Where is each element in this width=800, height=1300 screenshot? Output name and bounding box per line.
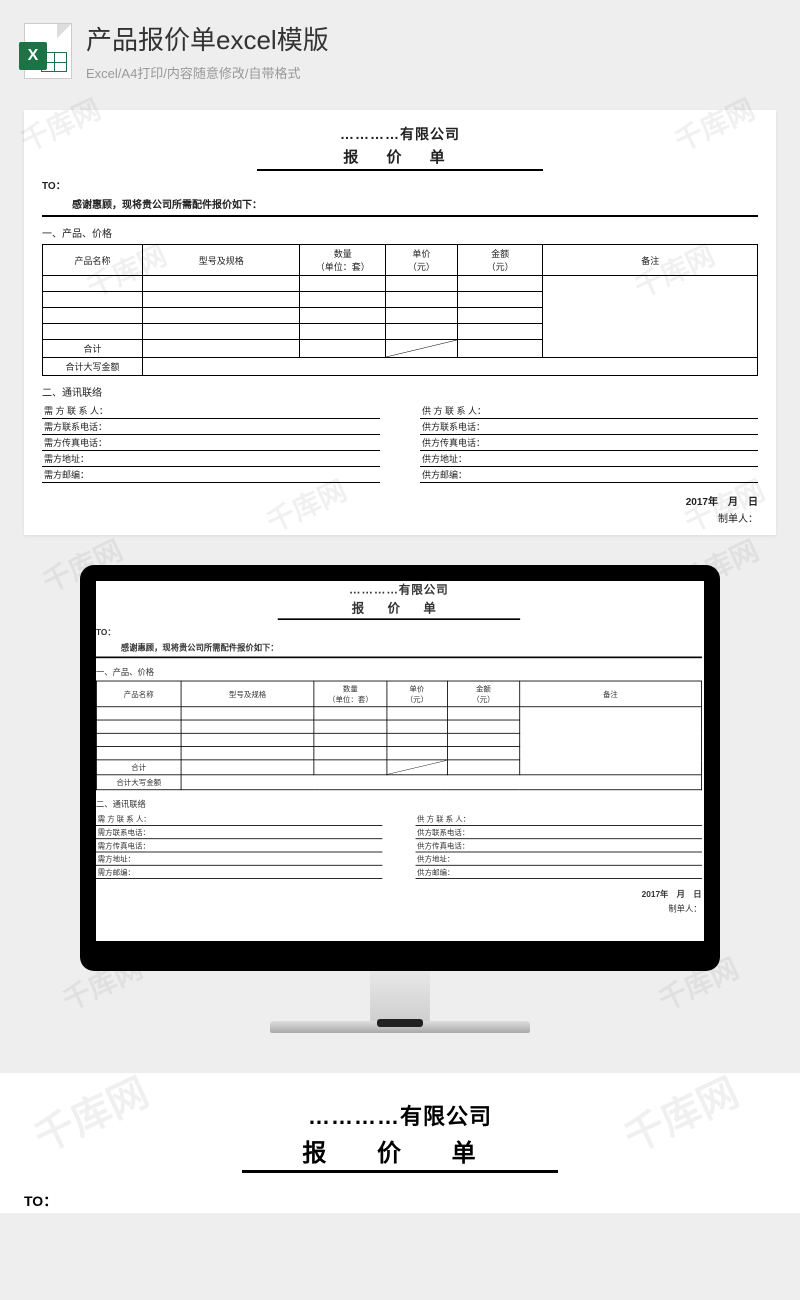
to-label: TO： — [42, 177, 758, 192]
page-header: X 产品报价单excel模版 Excel/A4打印/内容随意修改/自带格式 — [0, 0, 800, 94]
th-model: 型号及规格 — [143, 245, 300, 276]
page-subtitle: Excel/A4打印/内容随意修改/自带格式 — [86, 63, 329, 82]
th-price: 单价 （元） — [387, 681, 447, 707]
buyer-contact: 需 方 联 系 人： — [42, 403, 380, 419]
total-cn-label: 合计大写金额 — [43, 358, 143, 376]
doc-title: 报 价 单 — [257, 146, 543, 171]
thanks-line: 感谢惠顾，现将贵公司所需配件报价如下： — [96, 637, 702, 658]
maker-line: 制单人： — [42, 510, 758, 525]
buyer-zip: 需方邮编： — [42, 467, 380, 483]
total-label: 合计 — [96, 760, 181, 775]
supplier-contact-col: 供 方 联 系 人： 供方联系电话： 供方传真电话： 供方地址： 供方邮编： — [420, 403, 758, 483]
section-1-title: 一、产品、价格 — [42, 225, 758, 240]
to-label: TO： — [96, 625, 702, 637]
page-title: 产品报价单excel模版 — [86, 20, 329, 57]
buyer-contact-col: 需 方 联 系 人： 需方联系电话： 需方传真电话： 需方地址： 需方邮编： — [42, 403, 380, 483]
supplier-phone: 供方联系电话： — [420, 419, 758, 435]
buyer-zip: 需方邮编： — [96, 866, 382, 879]
date-line: 2017年 月 日 — [42, 493, 758, 508]
th-name: 产品名称 — [96, 681, 181, 707]
monitor-mockup: 千库网 千库网 千库网 千库网 千库网 …………有限公司 报 价 单 TO： 感… — [0, 565, 800, 1033]
buyer-address: 需方地址： — [42, 451, 380, 467]
supplier-address: 供方地址： — [415, 852, 701, 865]
th-price: 单价 （元） — [386, 245, 458, 276]
product-table: 产品名称 型号及规格 数量 （单位：套） 单价 （元） 金额 （元） 备注 合计 — [96, 681, 702, 791]
section-2-title: 二、通讯联络 — [96, 797, 702, 809]
buyer-address: 需方地址： — [96, 852, 382, 865]
buyer-fax: 需方传真电话： — [96, 839, 382, 852]
section-2-title: 二、通讯联络 — [42, 384, 758, 399]
doc-title: 报 价 单 — [242, 1133, 558, 1173]
doc-company-name: …………有限公司 — [42, 124, 758, 144]
supplier-zip: 供方邮编： — [415, 866, 701, 879]
doc-company-name: …………有限公司 — [96, 581, 702, 598]
th-remark: 备注 — [520, 681, 701, 707]
th-model: 型号及规格 — [181, 681, 314, 707]
thanks-line: 感谢惠顾，现将贵公司所需配件报价如下： — [24, 1211, 776, 1213]
section-1-title: 一、产品、价格 — [96, 665, 702, 677]
product-table: 产品名称 型号及规格 数量 （单位：套） 单价 （元） 金额 （元） 备注 合计… — [42, 244, 758, 376]
date-line: 2017年 月 日 — [96, 887, 702, 899]
total-label: 合计 — [43, 340, 143, 358]
maker-line: 制单人： — [96, 901, 702, 913]
buyer-contact: 需 方 联 系 人： — [96, 813, 382, 826]
template-preview-cropped: 千库网 千库网 …………有限公司 报 价 单 TO： 感谢惠顾，现将贵公司所需配… — [0, 1073, 800, 1213]
doc-title: 报 价 单 — [278, 599, 520, 620]
supplier-fax: 供方传真电话： — [420, 435, 758, 451]
supplier-contact: 供 方 联 系 人： — [415, 813, 701, 826]
supplier-fax: 供方传真电话： — [415, 839, 701, 852]
total-cn-label: 合计大写金额 — [96, 775, 181, 790]
to-label: TO： — [24, 1191, 776, 1211]
buyer-phone: 需方联系电话： — [42, 419, 380, 435]
supplier-phone: 供方联系电话： — [415, 826, 701, 839]
contact-block: 需 方 联 系 人： 需方联系电话： 需方传真电话： 需方地址： 需方邮编： 供… — [42, 403, 758, 483]
buyer-fax: 需方传真电话： — [42, 435, 380, 451]
thanks-line: 感谢惠顾，现将贵公司所需配件报价如下： — [42, 192, 758, 217]
supplier-address: 供方地址： — [420, 451, 758, 467]
template-preview-flat: 千库网 千库网 千库网 千库网 千库网 千库网 …………有限公司 报 价 单 T… — [24, 110, 776, 535]
th-qty: 数量 （单位：套） — [314, 681, 387, 707]
buyer-phone: 需方联系电话： — [96, 826, 382, 839]
th-amount: 金额 （元） — [457, 245, 543, 276]
th-name: 产品名称 — [43, 245, 143, 276]
supplier-zip: 供方邮编： — [420, 467, 758, 483]
th-qty: 数量 （单位：套） — [300, 245, 386, 276]
supplier-contact: 供 方 联 系 人： — [420, 403, 758, 419]
doc-company-name: …………有限公司 — [24, 1099, 776, 1131]
th-amount: 金额 （元） — [447, 681, 520, 707]
excel-file-icon: X — [24, 23, 72, 79]
monitor-logo — [377, 1019, 423, 1027]
th-remark: 备注 — [543, 245, 758, 276]
